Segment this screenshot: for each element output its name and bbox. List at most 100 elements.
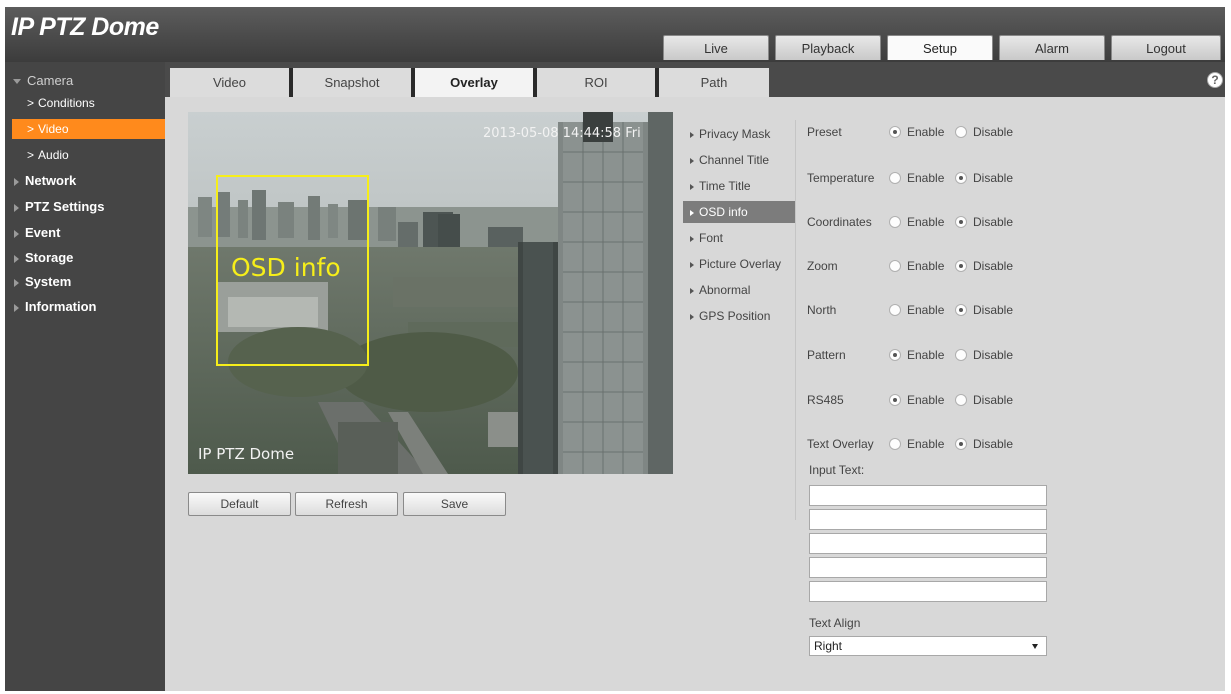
zoom-enable-label: Enable	[907, 259, 945, 273]
sidebar-sub-audio[interactable]: > Audio	[12, 145, 165, 165]
caret-right-icon	[690, 235, 694, 242]
nav-logout-tab[interactable]: Logout	[1111, 35, 1221, 60]
coordinates-enable-label: Enable	[907, 215, 945, 229]
zoom-disable-radio[interactable]	[955, 260, 967, 272]
text-overlay-enable-radio[interactable]	[889, 438, 901, 450]
temperature-enable-radio[interactable]	[889, 172, 901, 184]
chevron-right-icon: >	[27, 148, 35, 162]
chevron-right-icon: >	[27, 96, 35, 110]
text-overlay-disable-radio[interactable]	[955, 438, 967, 450]
input-text-field-3[interactable]	[809, 533, 1047, 554]
sidebar-item-label: Event	[25, 225, 61, 240]
rs485-enable-radio[interactable]	[889, 394, 901, 406]
menu-item-label: GPS Position	[699, 309, 771, 323]
pattern-enable-radio[interactable]	[889, 349, 901, 361]
text-overlay-enable-label: Enable	[907, 437, 945, 451]
menu-item-label: Privacy Mask	[699, 127, 771, 141]
input-text-field-1[interactable]	[809, 485, 1047, 506]
caret-right-icon	[690, 131, 694, 138]
dropdown-arrow-icon	[1032, 644, 1038, 649]
default-button[interactable]: Default	[188, 492, 291, 516]
coordinates-label: Coordinates	[807, 215, 872, 229]
sidebar-item-event[interactable]: Event	[5, 223, 165, 243]
sidebar-sub-label: Video	[38, 122, 69, 136]
sidebar-sub-video[interactable]: > Video	[12, 119, 165, 139]
subtab-bar: Video Snapshot Overlay ROI Path ?	[165, 62, 1225, 97]
refresh-button[interactable]: Refresh	[295, 492, 398, 516]
menu-gps-position[interactable]: GPS Position	[683, 305, 795, 327]
tab-roi[interactable]: ROI	[533, 68, 655, 97]
preset-disable-radio[interactable]	[955, 126, 967, 138]
text-overlay-label: Text Overlay	[807, 437, 874, 451]
north-disable-radio[interactable]	[955, 304, 967, 316]
north-disable-label: Disable	[973, 303, 1014, 317]
menu-abnormal[interactable]: Abnormal	[683, 279, 795, 301]
menu-channel-title[interactable]: Channel Title	[683, 149, 795, 171]
north-label: North	[807, 303, 837, 317]
preset-enable-radio[interactable]	[889, 126, 901, 138]
zoom-disable-label: Disable	[973, 259, 1014, 273]
save-button[interactable]: Save	[403, 492, 506, 516]
caret-right-icon	[690, 209, 694, 216]
sidebar-item-camera[interactable]: Camera	[5, 71, 165, 91]
zoom-label: Zoom	[807, 259, 838, 273]
rs485-enable-label: Enable	[907, 393, 945, 407]
nav-playback-tab[interactable]: Playback	[775, 35, 881, 60]
sidebar-item-label: Storage	[25, 250, 74, 265]
text-align-select[interactable]: Right	[809, 636, 1047, 656]
text-align-label: Text Align	[809, 616, 861, 630]
sidebar-sub-conditions[interactable]: > Conditions	[12, 93, 165, 113]
north-enable-radio[interactable]	[889, 304, 901, 316]
sidebar-item-network[interactable]: Network	[5, 171, 165, 191]
sidebar-item-label: System	[25, 274, 72, 289]
sidebar-item-system[interactable]: System	[5, 272, 165, 292]
preset-label: Preset	[807, 125, 842, 139]
menu-item-label: OSD info	[699, 205, 748, 219]
coordinates-enable-radio[interactable]	[889, 216, 901, 228]
tab-video[interactable]: Video	[170, 68, 289, 97]
help-icon[interactable]: ?	[1207, 72, 1223, 88]
menu-font[interactable]: Font	[683, 227, 795, 249]
caret-right-icon	[690, 157, 694, 164]
menu-item-label: Channel Title	[699, 153, 770, 167]
sidebar-sub-label: Audio	[38, 148, 69, 162]
text-overlay-disable-label: Disable	[973, 437, 1014, 451]
menu-time-title[interactable]: Time Title	[683, 175, 795, 197]
nav-live-tab[interactable]: Live	[663, 35, 769, 60]
osd-info-label: OSD info	[231, 253, 341, 282]
rs485-disable-radio[interactable]	[955, 394, 967, 406]
sidebar-item-label: Network	[25, 173, 77, 188]
temperature-enable-label: Enable	[907, 171, 945, 185]
caret-right-icon	[14, 254, 19, 263]
input-text-label: Input Text:	[809, 463, 865, 477]
tab-snapshot[interactable]: Snapshot	[289, 68, 411, 97]
app-window: IP PTZ Dome Live Playback Setup Alarm Lo…	[5, 7, 1225, 691]
coordinates-disable-radio[interactable]	[955, 216, 967, 228]
pattern-label: Pattern	[807, 348, 846, 362]
sidebar-item-information[interactable]: Information	[5, 297, 165, 317]
zoom-enable-radio[interactable]	[889, 260, 901, 272]
sidebar-item-storage[interactable]: Storage	[5, 248, 165, 268]
preset-enable-label: Enable	[907, 125, 945, 139]
sidebar-item-ptz-settings[interactable]: PTZ Settings	[5, 197, 165, 217]
input-text-field-2[interactable]	[809, 509, 1047, 530]
tab-overlay[interactable]: Overlay	[411, 68, 533, 97]
nav-alarm-tab[interactable]: Alarm	[999, 35, 1105, 60]
content-panel: Video Snapshot Overlay ROI Path ? 2013-0…	[165, 62, 1225, 691]
coordinates-disable-label: Disable	[973, 215, 1014, 229]
tab-path[interactable]: Path	[655, 68, 769, 97]
menu-privacy-mask[interactable]: Privacy Mask	[683, 123, 795, 145]
pattern-disable-label: Disable	[973, 348, 1014, 362]
temperature-disable-radio[interactable]	[955, 172, 967, 184]
input-text-field-5[interactable]	[809, 581, 1047, 602]
pattern-disable-radio[interactable]	[955, 349, 967, 361]
nav-setup-tab[interactable]: Setup	[887, 35, 993, 60]
input-text-field-4[interactable]	[809, 557, 1047, 578]
sidebar-item-label: PTZ Settings	[25, 199, 105, 214]
menu-picture-overlay[interactable]: Picture Overlay	[683, 253, 795, 275]
menu-item-label: Picture Overlay	[699, 257, 782, 271]
rs485-disable-label: Disable	[973, 393, 1014, 407]
caret-right-icon	[14, 203, 19, 212]
video-timestamp: 2013-05-08 14:44:58 Fri	[483, 126, 641, 141]
menu-osd-info[interactable]: OSD info	[683, 201, 795, 223]
